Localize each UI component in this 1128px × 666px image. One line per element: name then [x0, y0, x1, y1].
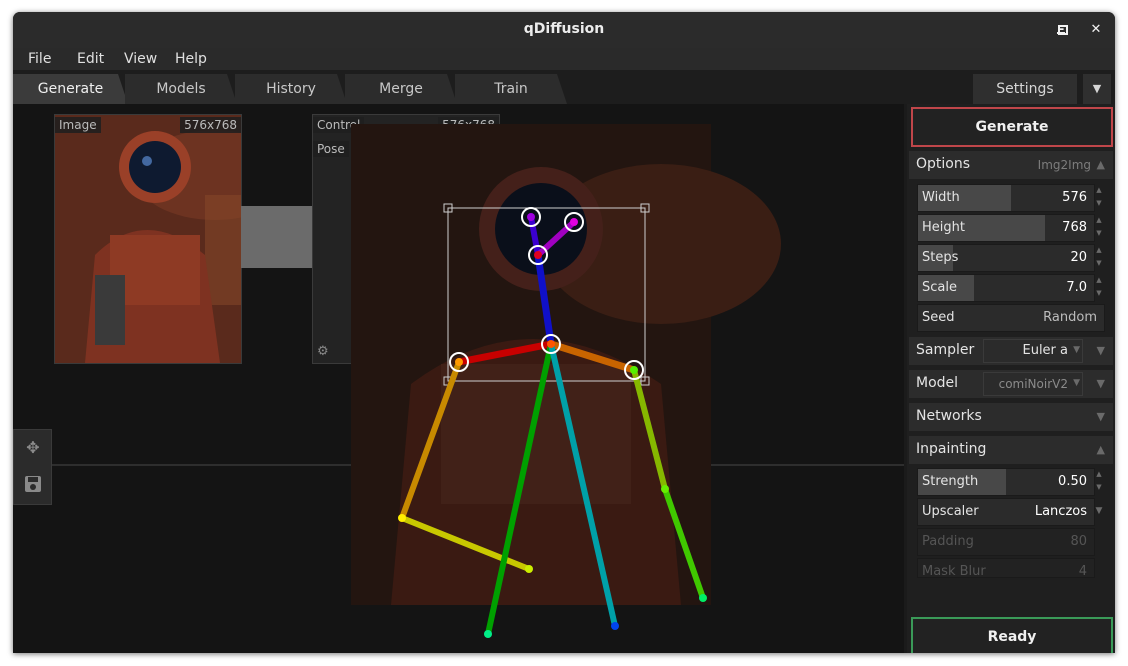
mask-blur-field[interactable]: Mask Blur 4	[917, 558, 1095, 578]
strength-spin-icon[interactable]: ▲ ▼	[1094, 468, 1104, 494]
model-dropdown-icon: ▼	[1073, 378, 1080, 388]
options-label: Options	[916, 156, 971, 172]
width-label: Width	[922, 190, 960, 205]
strength-field[interactable]: Strength 0.50	[917, 468, 1095, 496]
strength-label: Strength	[922, 474, 979, 489]
scale-spin-icon[interactable]: ▲ ▼	[1094, 274, 1104, 300]
steps-value: 20	[1070, 250, 1087, 265]
height-label: Height	[922, 220, 965, 235]
tab-history[interactable]: History	[235, 74, 347, 104]
pose-editor[interactable]	[351, 124, 781, 638]
upscaler-label: Upscaler	[922, 504, 979, 519]
maximize-icon[interactable]	[1053, 20, 1073, 40]
sampler-value: Euler a	[1022, 343, 1068, 358]
sampler-dropdown-icon: ▼	[1073, 345, 1080, 355]
tab-train[interactable]: Train	[455, 74, 567, 104]
inpainting-collapse-icon[interactable]: ▲	[1097, 443, 1105, 456]
tab-dropdown-icon[interactable]: ▼	[1083, 74, 1111, 104]
title-bar: qDiffusion – ✕	[13, 12, 1115, 48]
width-field[interactable]: Width 576	[917, 184, 1095, 212]
menu-bar: File Edit View Help	[13, 48, 1115, 70]
model-label: Model	[916, 375, 959, 391]
mask-blur-label: Mask Blur	[922, 564, 986, 578]
window-title: qDiffusion	[523, 21, 605, 37]
seed-value: Random	[1043, 310, 1097, 325]
side-toolbar: ✥	[13, 429, 52, 505]
tab-bar: Generate Models History Merge Train Sett…	[13, 70, 1115, 104]
pose-canvas[interactable]	[351, 124, 781, 653]
inpainting-label: Inpainting	[916, 441, 987, 457]
app-window: qDiffusion – ✕ File Edit View Help Gener…	[13, 12, 1115, 653]
menu-edit[interactable]: Edit	[77, 51, 104, 67]
upscaler-field[interactable]: Upscaler Lanczos	[917, 498, 1095, 526]
menu-help[interactable]: Help	[175, 51, 207, 67]
model-value: comiNoirV2	[998, 377, 1068, 391]
scale-value: 7.0	[1066, 280, 1087, 295]
strength-value: 0.50	[1058, 474, 1087, 489]
width-value: 576	[1062, 190, 1087, 205]
gear-icon[interactable]: ⚙	[317, 344, 329, 359]
tab-generate[interactable]: Generate	[13, 74, 128, 104]
model-select[interactable]: comiNoirV2 ▼	[983, 372, 1083, 396]
save-icon[interactable]	[19, 470, 47, 498]
seed-label: Seed	[922, 310, 955, 325]
model-row: Model comiNoirV2 ▼ ▼	[909, 370, 1113, 398]
sampler-label: Sampler	[916, 342, 975, 358]
node-connector	[241, 206, 313, 268]
scale-field[interactable]: Scale 7.0	[917, 274, 1095, 302]
networks-label: Networks	[916, 408, 982, 424]
steps-spin-icon[interactable]: ▲ ▼	[1094, 244, 1104, 270]
mask-blur-value: 4	[1078, 564, 1087, 578]
tab-merge[interactable]: Merge	[345, 74, 457, 104]
collapse-up-icon[interactable]: ▲	[1097, 158, 1105, 171]
padding-field[interactable]: Padding 80	[917, 528, 1095, 556]
upscaler-dropdown-icon[interactable]: ▼	[1094, 498, 1104, 524]
options-mode: Img2Img	[1037, 158, 1091, 172]
image-node-size: 576x768	[180, 117, 241, 133]
inpainting-header[interactable]: Inpainting ▲	[909, 436, 1113, 464]
sampler-row: Sampler Euler a ▼ ▼	[909, 337, 1113, 365]
steps-label: Steps	[922, 250, 959, 265]
networks-collapse-icon[interactable]: ▼	[1097, 410, 1105, 423]
height-value: 768	[1062, 220, 1087, 235]
generate-button[interactable]: Generate	[911, 107, 1113, 147]
sampler-collapse-icon[interactable]: ▼	[1097, 344, 1105, 357]
menu-view[interactable]: View	[124, 51, 157, 67]
padding-label: Padding	[922, 534, 974, 549]
sampler-select[interactable]: Euler a ▼	[983, 339, 1083, 363]
ready-button[interactable]: Ready	[911, 617, 1113, 653]
height-field[interactable]: Height 768	[917, 214, 1095, 242]
padding-value: 80	[1070, 534, 1087, 549]
close-icon[interactable]: ✕	[1086, 20, 1106, 40]
scale-label: Scale	[922, 280, 957, 295]
model-collapse-icon[interactable]: ▼	[1097, 377, 1105, 390]
width-spin-icon[interactable]: ▲ ▼	[1094, 184, 1104, 210]
steps-field[interactable]: Steps 20	[917, 244, 1095, 272]
menu-file[interactable]: File	[28, 51, 51, 67]
options-header[interactable]: Options Img2Img ▲	[909, 151, 1113, 179]
tab-models[interactable]: Models	[125, 74, 237, 104]
upscaler-value: Lanczos	[1034, 504, 1087, 519]
networks-header[interactable]: Networks ▼	[909, 403, 1113, 431]
height-spin-icon[interactable]: ▲ ▼	[1094, 214, 1104, 240]
image-thumbnail	[55, 115, 241, 363]
image-node-label: Image	[55, 117, 101, 133]
right-panel: Generate Options Img2Img ▲ Width 576 ▲ ▼ …	[907, 104, 1115, 653]
image-node[interactable]: Image 576x768	[54, 114, 242, 364]
canvas-area[interactable]: Image 576x768 Control 576x768 Pose ⚙ ✥	[13, 104, 904, 653]
tab-settings[interactable]: Settings	[973, 74, 1077, 104]
control-node-type: Pose	[313, 141, 349, 157]
seed-field[interactable]: Seed Random	[917, 304, 1105, 332]
move-icon[interactable]: ✥	[19, 434, 47, 462]
